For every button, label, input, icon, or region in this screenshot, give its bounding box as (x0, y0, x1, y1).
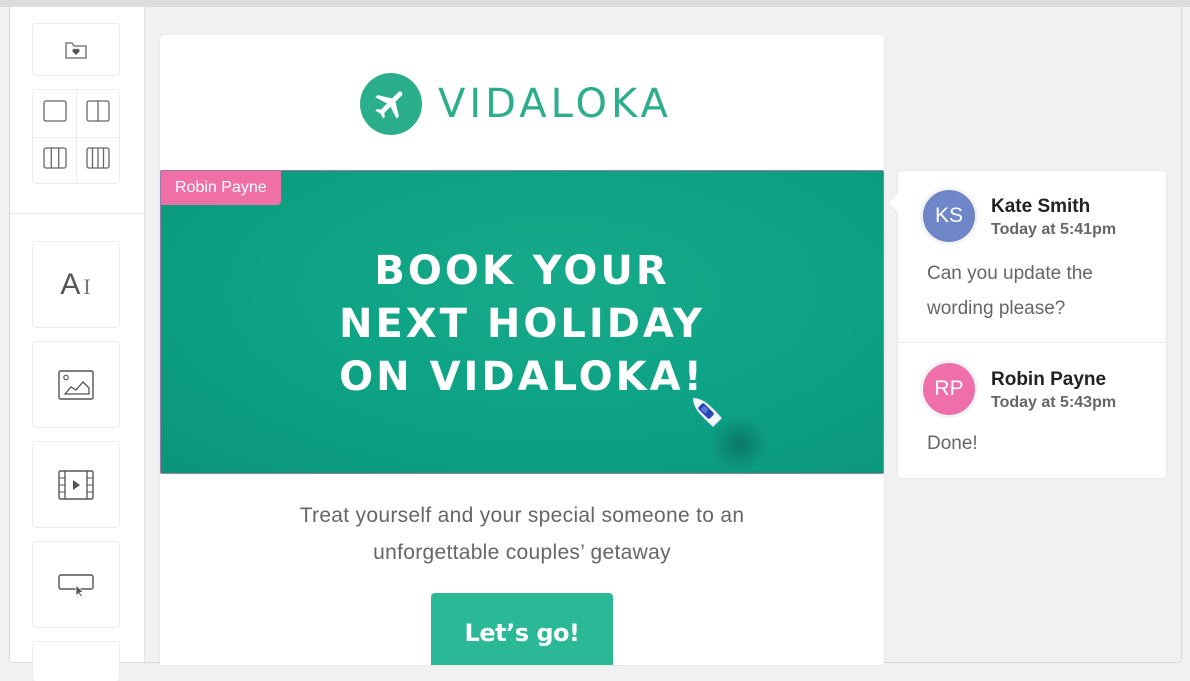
block-sidebar: AI (10, 7, 145, 681)
airplane-icon (360, 73, 422, 135)
body-text-line: Treat yourself and your special someone … (299, 504, 745, 527)
hero-headline: BOOK YOUR NEXT HOLIDAY ON VIDALOKA! (161, 245, 883, 404)
cta-button[interactable]: Let’s go! (431, 593, 613, 665)
hero-headline-line: ON VIDALOKA! (339, 354, 705, 400)
image-icon (58, 369, 94, 400)
video-block-tile[interactable] (32, 441, 120, 528)
sidebar-divider (10, 213, 145, 214)
comment-text: Can you update the wording please? (927, 263, 1093, 319)
layout-picker (32, 89, 120, 184)
comments-panel: KS Kate Smith Today at 5:41pm Can you up… (889, 171, 1166, 478)
body-text-line: unforgettable couples’ getaway (373, 541, 671, 564)
comment-author: Kate Smith (991, 196, 1091, 217)
text-cursor-glyph: I (83, 273, 92, 299)
layout-four-column[interactable] (76, 136, 119, 183)
text-block-tile[interactable]: AI (32, 241, 120, 328)
image-block-tile[interactable] (32, 341, 120, 428)
comment-author: Robin Payne (991, 369, 1107, 390)
comment-text: Done! (927, 433, 978, 454)
saved-blocks-tile[interactable] (32, 23, 120, 76)
hero-headline-line: BOOK YOUR (374, 248, 670, 294)
email-canvas: VIDALOKA Robin Payne BOOK YOUR NEXT HOLI… (160, 35, 884, 665)
video-icon (58, 469, 94, 500)
comment-item: KS Kate Smith Today at 5:41pm Can you up… (898, 171, 1166, 343)
folder-heart-icon (64, 40, 88, 60)
layout-one-column[interactable] (33, 90, 76, 137)
layout-3col-icon (42, 147, 67, 174)
layout-two-column[interactable] (76, 90, 119, 137)
email-editor-app: AI VIDALOKA Robin Payne BOOK YOUR NEXT H… (0, 0, 1190, 681)
avatar: KS (920, 187, 978, 245)
editor-tag: Robin Payne (161, 171, 281, 205)
more-blocks-tile[interactable] (32, 641, 120, 681)
brand-name: VIDALOKA (438, 81, 672, 127)
comment-item: RP Robin Payne Today at 5:43pm Done! (898, 344, 1166, 478)
hero-banner[interactable]: Robin Payne BOOK YOUR NEXT HOLIDAY ON VI… (160, 170, 884, 474)
boat-image (686, 391, 726, 436)
email-body-text[interactable]: Treat yourself and your special someone … (160, 497, 884, 571)
text-icon: AI (60, 268, 91, 302)
button-icon (58, 572, 94, 598)
layout-2col-icon (86, 100, 110, 127)
comment-time: Today at 5:43pm (991, 394, 1117, 411)
brand-logo: VIDALOKA (360, 73, 672, 135)
text-icon-glyph: A (60, 267, 82, 301)
layout-4col-icon (86, 147, 110, 174)
hero-headline-line: NEXT HOLIDAY (339, 301, 705, 347)
comment-time: Today at 5:41pm (991, 221, 1117, 238)
top-bar (0, 0, 1190, 7)
layout-1col-icon (42, 100, 67, 127)
layout-three-column[interactable] (33, 136, 76, 184)
avatar: RP (920, 360, 978, 418)
button-block-tile[interactable] (32, 541, 120, 628)
